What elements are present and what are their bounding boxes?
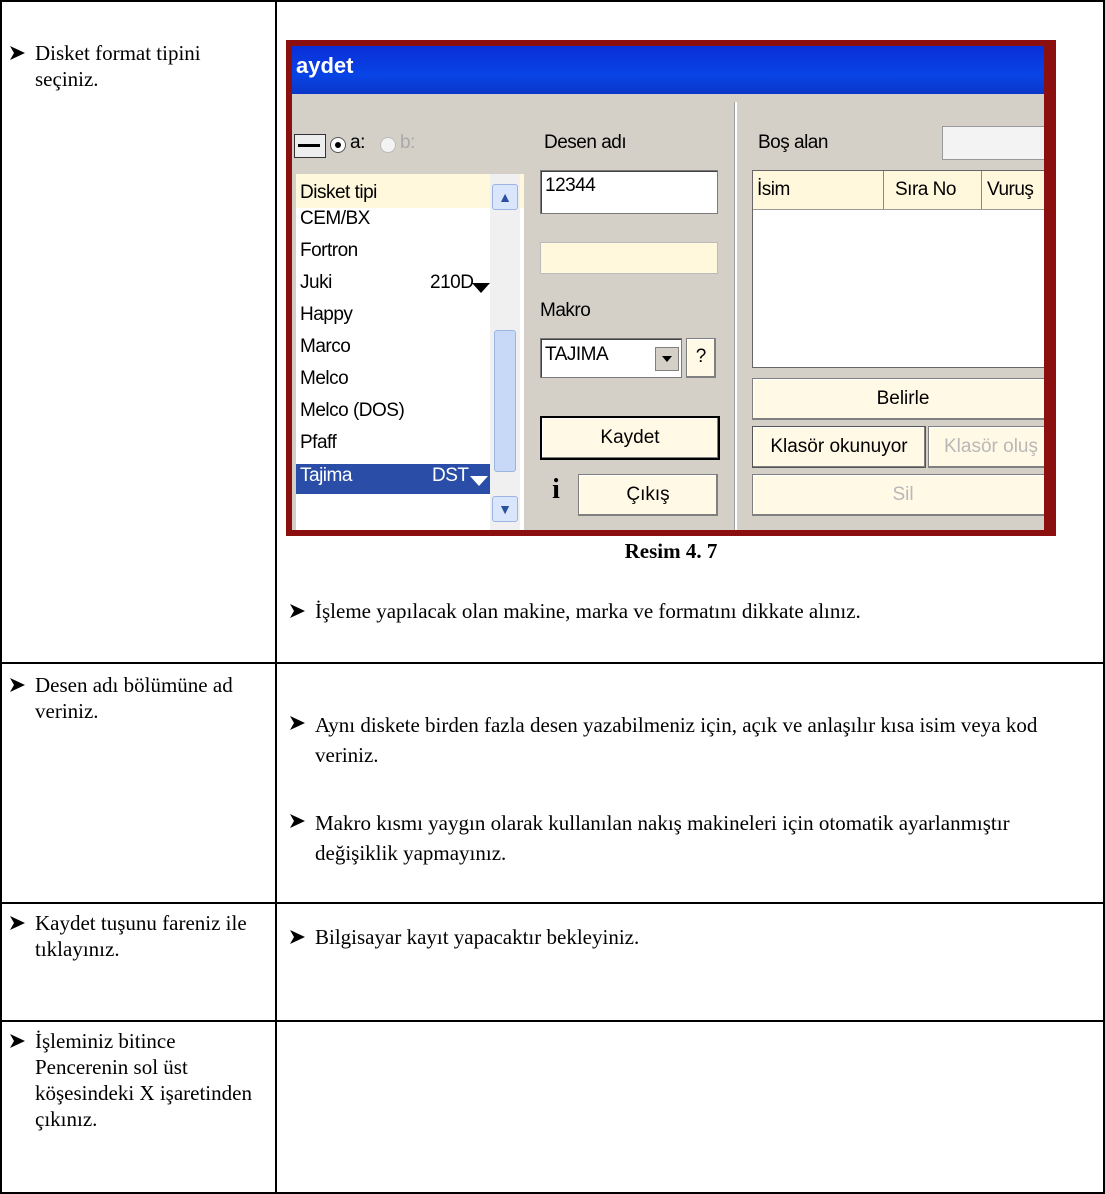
arrow-bullet-icon (290, 710, 305, 770)
desen-label: Desen adı (544, 132, 627, 153)
list-item[interactable]: Fortron (300, 240, 358, 262)
list-item-selected[interactable]: Tajima (300, 465, 352, 487)
list-item[interactable]: Pfaff (300, 432, 337, 454)
info-icon[interactable]: i (540, 474, 572, 512)
step-1-note-text: İşleme yapılacak olan makine, marka ve f… (315, 599, 861, 623)
arrow-bullet-icon (290, 924, 305, 950)
tajima-format: DST (432, 465, 469, 486)
format-dropdown-icon[interactable] (470, 473, 488, 491)
arrow-bullet-icon (10, 1028, 25, 1132)
list-scrollbar[interactable]: ▲ ▼ (490, 174, 520, 530)
juki-format: 210D (430, 272, 474, 293)
drive-b-radio[interactable] (380, 137, 396, 153)
step-2-text: Desen adı bölümüne ad veriniz. (10, 672, 265, 724)
row-divider-1 (0, 662, 1105, 664)
desen-value: 12344 (545, 175, 596, 196)
column-header[interactable]: Vuruş (987, 179, 1034, 201)
table-border-left (0, 0, 2, 1194)
help-button[interactable]: ? (686, 338, 716, 378)
bos-alan-label: Boş alan (758, 132, 828, 153)
scroll-thumb[interactable] (494, 330, 516, 472)
step-3-label: Kaydet tuşunu fareniz ile tıklayınız. (35, 911, 247, 961)
step-2-note-2: Makro kısmı yaygın olarak kullanılan nak… (290, 808, 1050, 868)
figure-caption: Resim 4. 7 (624, 539, 718, 563)
step-1-text: Disket format tipini seçiniz. (10, 40, 265, 92)
step-2-note-1: Aynı diskete birden fazla desen yazabilm… (290, 710, 1050, 770)
screenshot-figure: aydet a: b: Disket tipi CEM/BX Fortron J… (286, 40, 1056, 536)
sil-button[interactable]: Sil (752, 474, 1044, 516)
arrow-bullet-icon (10, 672, 25, 724)
cikis-button[interactable]: Çıkış (578, 474, 718, 516)
belirle-button[interactable]: Belirle (752, 378, 1044, 420)
makro-dropdown-icon[interactable] (655, 347, 679, 371)
arrow-bullet-icon (10, 40, 25, 92)
arrow-bullet-icon (290, 598, 305, 624)
desen-name-input[interactable]: 12344 (540, 170, 718, 214)
dialog-title: aydet (296, 53, 354, 78)
file-list[interactable]: İsim Sıra No Vuruş (752, 170, 1044, 368)
step-2-note-2-text: Makro kısmı yaygın olarak kullanılan nak… (315, 811, 1010, 865)
row-divider-3 (0, 1020, 1105, 1022)
drive-a-label: a: (350, 132, 365, 153)
makro-label: Makro (540, 300, 591, 321)
save-dialog: aydet a: b: Disket tipi CEM/BX Fortron J… (292, 46, 1044, 530)
list-item[interactable]: Happy (300, 304, 353, 326)
list-item[interactable]: Melco (300, 368, 349, 390)
list-item[interactable]: CEM/BX (300, 208, 370, 230)
step-1-note: İşleme yapılacak olan makine, marka ve f… (290, 598, 1100, 624)
list-item[interactable]: Melco (DOS) (300, 400, 405, 422)
step-4-text: İşleminiz bitince Pencerenin sol üst köş… (10, 1028, 265, 1132)
table-border-top (0, 0, 1105, 2)
column-header[interactable]: Sıra No (895, 179, 956, 201)
panel-separator (734, 102, 737, 530)
list-item[interactable]: Juki (300, 272, 332, 294)
step-3-text: Kaydet tuşunu fareniz ile tıklayınız. (10, 910, 265, 962)
floppy-drive-icon (294, 134, 326, 158)
format-dropdown-icon[interactable] (472, 280, 490, 298)
arrow-bullet-icon (10, 910, 25, 962)
arrow-bullet-icon (290, 808, 305, 868)
drive-b-label: b: (400, 132, 415, 153)
drive-a-radio[interactable] (330, 137, 346, 153)
step-2-note-1-text: Aynı diskete birden fazla desen yazabilm… (315, 713, 1038, 767)
klasor-olustur-button[interactable]: Klasör oluş (928, 426, 1044, 468)
list-item[interactable]: Marco (300, 336, 351, 358)
bos-alan-field (942, 126, 1044, 160)
step-3-note: Bilgisayar kayıt yapacaktır bekleyiniz. (290, 924, 1050, 950)
scroll-up-icon[interactable]: ▲ (492, 184, 518, 210)
desen-extra-field[interactable] (540, 242, 718, 274)
scroll-down-icon[interactable]: ▼ (492, 496, 518, 522)
klasor-okunuyor-button[interactable]: Klasör okunuyor (752, 426, 926, 468)
step-3-note-text: Bilgisayar kayıt yapacaktır bekleyiniz. (315, 925, 640, 949)
dialog-titlebar[interactable]: aydet (292, 46, 1044, 94)
makro-value: TAJIMA (545, 344, 609, 365)
makro-select[interactable]: TAJIMA (540, 338, 682, 378)
step-4-label: İşleminiz bitince Pencerenin sol üst köş… (35, 1029, 252, 1131)
step-1-label: Disket format tipini seçiniz. (35, 41, 201, 91)
column-divider (275, 0, 277, 1194)
column-header[interactable]: İsim (757, 179, 790, 201)
kaydet-button[interactable]: Kaydet (540, 416, 720, 460)
list-header: Disket tipi (300, 182, 377, 203)
step-2-label: Desen adı bölümüne ad veriniz. (35, 673, 233, 723)
row-divider-2 (0, 902, 1105, 904)
